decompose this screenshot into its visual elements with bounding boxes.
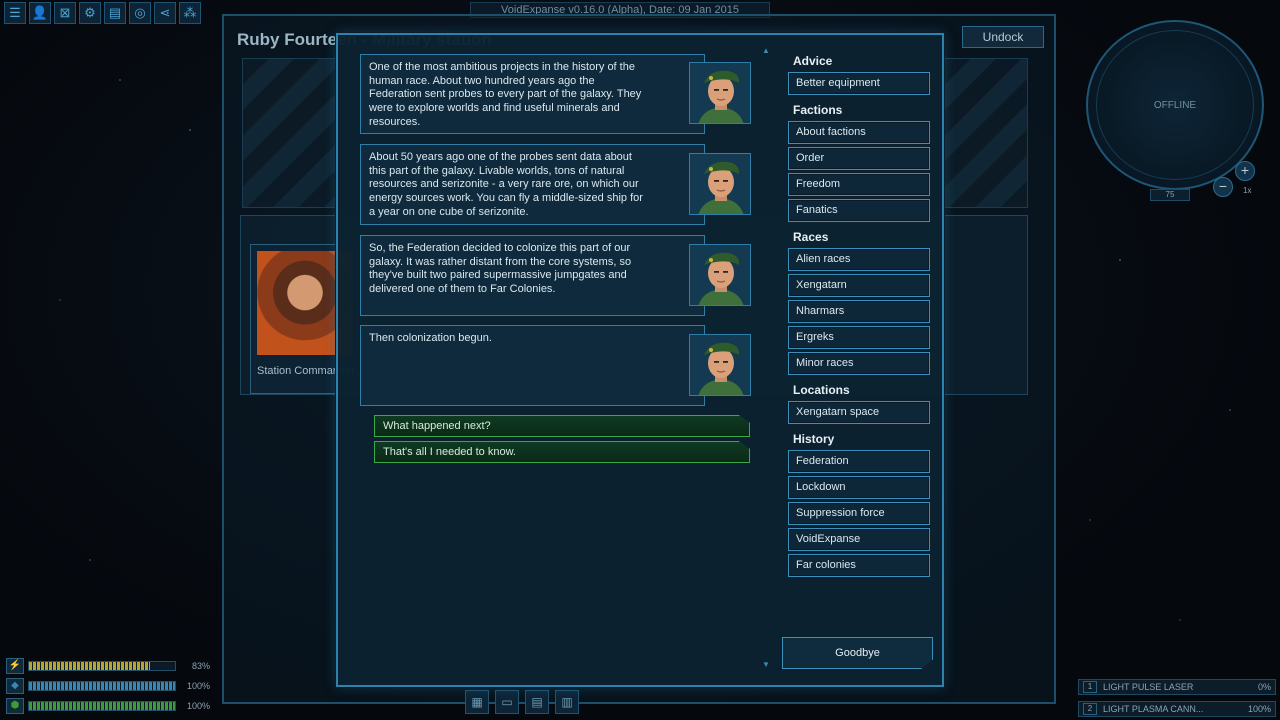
- dialog-message: About 50 years ago one of the probes sen…: [360, 144, 705, 225]
- weapon-name: LIGHT PULSE LASER: [1103, 682, 1194, 692]
- message-text: About 50 years ago one of the probes sen…: [369, 151, 643, 218]
- pilot-icon[interactable]: 👤: [29, 2, 51, 24]
- topic-xengatarn-space[interactable]: Xengatarn space: [788, 401, 930, 424]
- topic-lockdown[interactable]: Lockdown: [788, 476, 930, 499]
- weapon-key: 1: [1083, 681, 1097, 693]
- goodbye-button[interactable]: Goodbye: [782, 637, 933, 669]
- topic-better-equipment[interactable]: Better equipment: [788, 72, 930, 95]
- shield-track: [28, 681, 176, 691]
- message-text: Then colonization begun.: [369, 332, 492, 344]
- weapon-charge: 0%: [1257, 682, 1271, 692]
- grid-icon[interactable]: ⁂: [179, 2, 201, 24]
- dialog-message: So, the Federation decided to colonize t…: [360, 235, 705, 316]
- energy-percent: 83%: [191, 661, 210, 671]
- zoom-out-button[interactable]: −: [1213, 177, 1233, 197]
- terminal-icon[interactable]: ▭: [495, 690, 519, 714]
- log-icon[interactable]: ▤: [104, 2, 126, 24]
- target-icon[interactable]: ◎: [129, 2, 151, 24]
- hull-icon: ⬢: [6, 698, 24, 714]
- topic-alien-races[interactable]: Alien races: [788, 248, 930, 271]
- hull-percent: 100%: [186, 701, 210, 711]
- hull-fill: [29, 702, 175, 710]
- energy-fill: [29, 662, 151, 670]
- topic-about-factions[interactable]: About factions: [788, 121, 930, 144]
- weapon-name: LIGHT PLASMA CANN...: [1103, 704, 1204, 714]
- shield-percent: 100%: [186, 681, 210, 691]
- hull-bar: ⬢ 100%: [6, 698, 216, 714]
- topic-nharmars[interactable]: Nharmars: [788, 300, 930, 323]
- weapon-key: 2: [1083, 703, 1097, 715]
- hazard-panel-left: [242, 58, 338, 208]
- topic-heading-races: Races: [793, 230, 829, 244]
- shield-fill: [29, 682, 175, 690]
- radar-status: OFFLINE: [1153, 100, 1197, 111]
- hull-track: [28, 701, 176, 711]
- market-icon[interactable]: ▤: [525, 690, 549, 714]
- npc-portrait: [689, 244, 751, 306]
- topic-far-colonies[interactable]: Far colonies: [788, 554, 930, 577]
- scroll-down-arrow[interactable]: ▼: [762, 660, 770, 669]
- topic-xengatarn[interactable]: Xengatarn: [788, 274, 930, 297]
- topic-fanatics[interactable]: Fanatics: [788, 199, 930, 222]
- topic-minor-races[interactable]: Minor races: [788, 352, 930, 375]
- hangar-icon[interactable]: ▥: [555, 690, 579, 714]
- menu-icon[interactable]: ☰: [4, 2, 26, 24]
- npc-portrait: [689, 153, 751, 215]
- energy-track: [28, 661, 176, 671]
- undock-button[interactable]: Undock: [962, 26, 1044, 48]
- topic-federation[interactable]: Federation: [788, 450, 930, 473]
- weapon-charge: 100%: [1247, 704, 1271, 714]
- topic-heading-factions: Factions: [793, 103, 843, 117]
- dialog-message: One of the most ambitious projects in th…: [360, 54, 705, 134]
- topic-heading-history: History: [793, 432, 835, 446]
- top-toolbar: ☰ 👤 ⊠ ⚙ ▤ ◎ ⋖ ⁂: [4, 2, 201, 24]
- topic-voidexpanse[interactable]: VoidExpanse: [788, 528, 930, 551]
- energy-bar: ⚡ 83%: [6, 658, 216, 674]
- message-text: One of the most ambitious projects in th…: [369, 61, 642, 128]
- topic-order[interactable]: Order: [788, 147, 930, 170]
- energy-icon: ⚡: [6, 658, 24, 674]
- weapon-slot-2[interactable]: 2 LIGHT PLASMA CANN... 100%: [1078, 701, 1276, 717]
- share-icon[interactable]: ⋖: [154, 2, 176, 24]
- shield-icon: ◆: [6, 678, 24, 694]
- topic-suppression-force[interactable]: Suppression force: [788, 502, 930, 525]
- npc-portrait: [689, 62, 751, 124]
- radar-range: 75: [1150, 189, 1190, 201]
- topic-freedom[interactable]: Freedom: [788, 173, 930, 196]
- npc-portrait: [689, 334, 751, 396]
- topic-heading-locations: Locations: [793, 383, 850, 397]
- topic-ergreks[interactable]: Ergreks: [788, 326, 930, 349]
- topic-heading-advice: Advice: [793, 54, 833, 68]
- dialog-message: Then colonization begun.: [360, 325, 705, 406]
- reply-option[interactable]: That's all I needed to know.: [374, 441, 750, 463]
- weapon-slot-1[interactable]: 1 LIGHT PULSE LASER 0%: [1078, 679, 1276, 695]
- cargo-icon[interactable]: ▦: [465, 690, 489, 714]
- zoom-level: 1x: [1243, 186, 1252, 195]
- message-text: So, the Federation decided to colonize t…: [369, 242, 632, 296]
- skills-icon[interactable]: ⚙: [79, 2, 101, 24]
- bottom-dock: ▦ ▭ ▤ ▥: [465, 690, 635, 720]
- reply-option[interactable]: What happened next?: [374, 415, 750, 437]
- zoom-in-button[interactable]: +: [1235, 161, 1255, 181]
- shield-bar: ◆ 100%: [6, 678, 216, 694]
- hazard-panel-right: [944, 58, 1028, 208]
- map-icon[interactable]: ⊠: [54, 2, 76, 24]
- scroll-up-arrow[interactable]: ▲: [762, 46, 770, 55]
